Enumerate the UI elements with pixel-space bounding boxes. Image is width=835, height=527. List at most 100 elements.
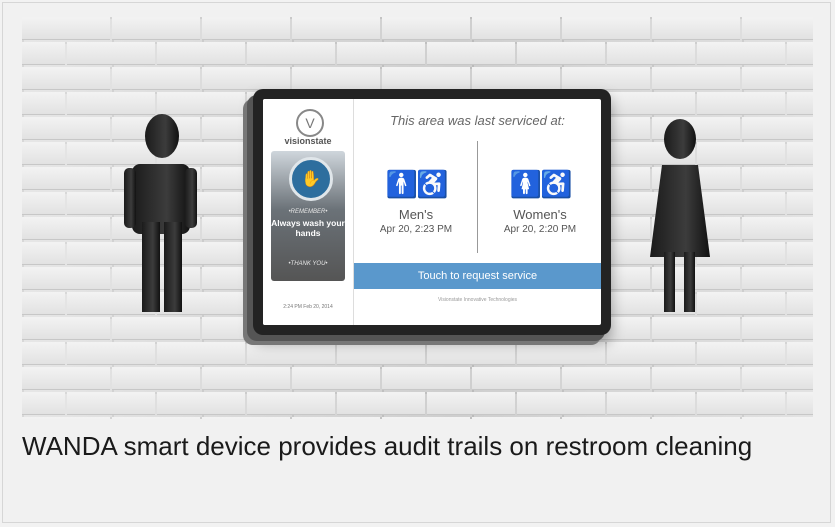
brick — [382, 367, 470, 390]
brick — [787, 42, 813, 65]
brick — [742, 317, 813, 340]
brick — [202, 67, 290, 90]
brick — [22, 392, 65, 415]
brick — [697, 392, 785, 415]
brick — [67, 342, 155, 365]
brick — [607, 42, 695, 65]
brick — [562, 417, 650, 419]
brick — [562, 67, 650, 90]
brick — [22, 42, 65, 65]
brick — [157, 42, 245, 65]
brick — [157, 392, 245, 415]
brick — [112, 417, 200, 419]
brick — [22, 242, 65, 265]
brick — [202, 367, 290, 390]
brick — [292, 417, 380, 419]
brick — [742, 117, 813, 140]
brick — [427, 392, 515, 415]
brick — [472, 67, 560, 90]
brick — [652, 317, 740, 340]
brick — [22, 167, 110, 190]
screen-timestamp: 2:24 PM Feb 20, 2014 — [283, 304, 333, 310]
service-heading: This area was last serviced at: — [390, 113, 565, 128]
handwash-poster: ✋ •REMEMBER• Always wash your hands •THA… — [271, 151, 345, 281]
brick — [292, 17, 380, 40]
women-label: Women's — [513, 207, 567, 222]
brick — [472, 17, 560, 40]
women-column: 🚺♿ Women's Apr 20, 2:20 PM — [480, 169, 600, 235]
male-figure-icon — [124, 114, 197, 312]
brick — [472, 417, 560, 419]
remember-text: •REMEMBER• — [288, 209, 328, 215]
brick — [517, 42, 605, 65]
brick — [112, 317, 200, 340]
screen-footer: Visionstate Innovative Technologies — [437, 297, 518, 303]
brick — [157, 342, 245, 365]
men-column: 🚹♿ Men's Apr 20, 2:23 PM — [356, 169, 476, 235]
brick — [337, 342, 425, 365]
brick — [607, 392, 695, 415]
brick — [202, 17, 290, 40]
brick — [787, 292, 813, 315]
brick — [22, 267, 110, 290]
brick — [607, 342, 695, 365]
brick — [337, 392, 425, 415]
brick — [112, 17, 200, 40]
brick — [247, 392, 335, 415]
brick — [112, 367, 200, 390]
brick — [22, 192, 65, 215]
brick — [292, 67, 380, 90]
brick — [787, 92, 813, 115]
men-time: Apr 20, 2:23 PM — [379, 224, 453, 235]
brick — [22, 142, 65, 165]
brick — [22, 117, 110, 140]
brick — [652, 367, 740, 390]
brick — [697, 92, 785, 115]
brick — [22, 367, 110, 390]
brick — [787, 242, 813, 265]
sidebar: V visionstate ✋ •REMEMBER• Always wash y… — [263, 99, 354, 325]
brick — [427, 42, 515, 65]
brick — [787, 192, 813, 215]
brick — [652, 67, 740, 90]
brick — [742, 67, 813, 90]
brick — [742, 17, 813, 40]
brick — [67, 42, 155, 65]
brick — [112, 67, 200, 90]
wanda-device: V visionstate ✋ •REMEMBER• Always wash y… — [253, 89, 611, 335]
thank-you-text: •THANK YOU• — [288, 261, 328, 267]
brick — [22, 92, 65, 115]
brick — [22, 17, 110, 40]
brick — [22, 417, 110, 419]
brick — [562, 367, 650, 390]
brick — [517, 392, 605, 415]
request-service-button[interactable]: Touch to request service — [354, 263, 601, 289]
brick — [382, 417, 470, 419]
female-figure-icon — [650, 119, 710, 312]
brick — [247, 42, 335, 65]
handwash-icon: ✋ — [289, 157, 333, 201]
product-photo: V visionstate ✋ •REMEMBER• Always wash y… — [22, 17, 813, 419]
image-card: V visionstate ✋ •REMEMBER• Always wash y… — [2, 2, 831, 523]
brick — [787, 342, 813, 365]
brick — [22, 67, 110, 90]
divider — [477, 141, 478, 253]
brand-name: visionstate — [284, 136, 332, 146]
brick — [742, 167, 813, 190]
brick — [787, 142, 813, 165]
brick — [697, 42, 785, 65]
brick — [382, 17, 470, 40]
service-panel: This area was last serviced at: 🚹♿ Men's… — [354, 99, 601, 325]
brick — [22, 317, 110, 340]
men-label: Men's — [398, 207, 434, 222]
brick — [337, 42, 425, 65]
brick — [382, 67, 470, 90]
brick — [202, 417, 290, 419]
male-restroom-icon: 🚹♿ — [385, 169, 449, 199]
female-restroom-icon: 🚺♿ — [509, 169, 573, 199]
brick — [652, 17, 740, 40]
handwash-message: Always wash your hands — [271, 218, 345, 238]
brick — [742, 417, 813, 419]
brick — [22, 217, 110, 240]
brick — [22, 292, 65, 315]
